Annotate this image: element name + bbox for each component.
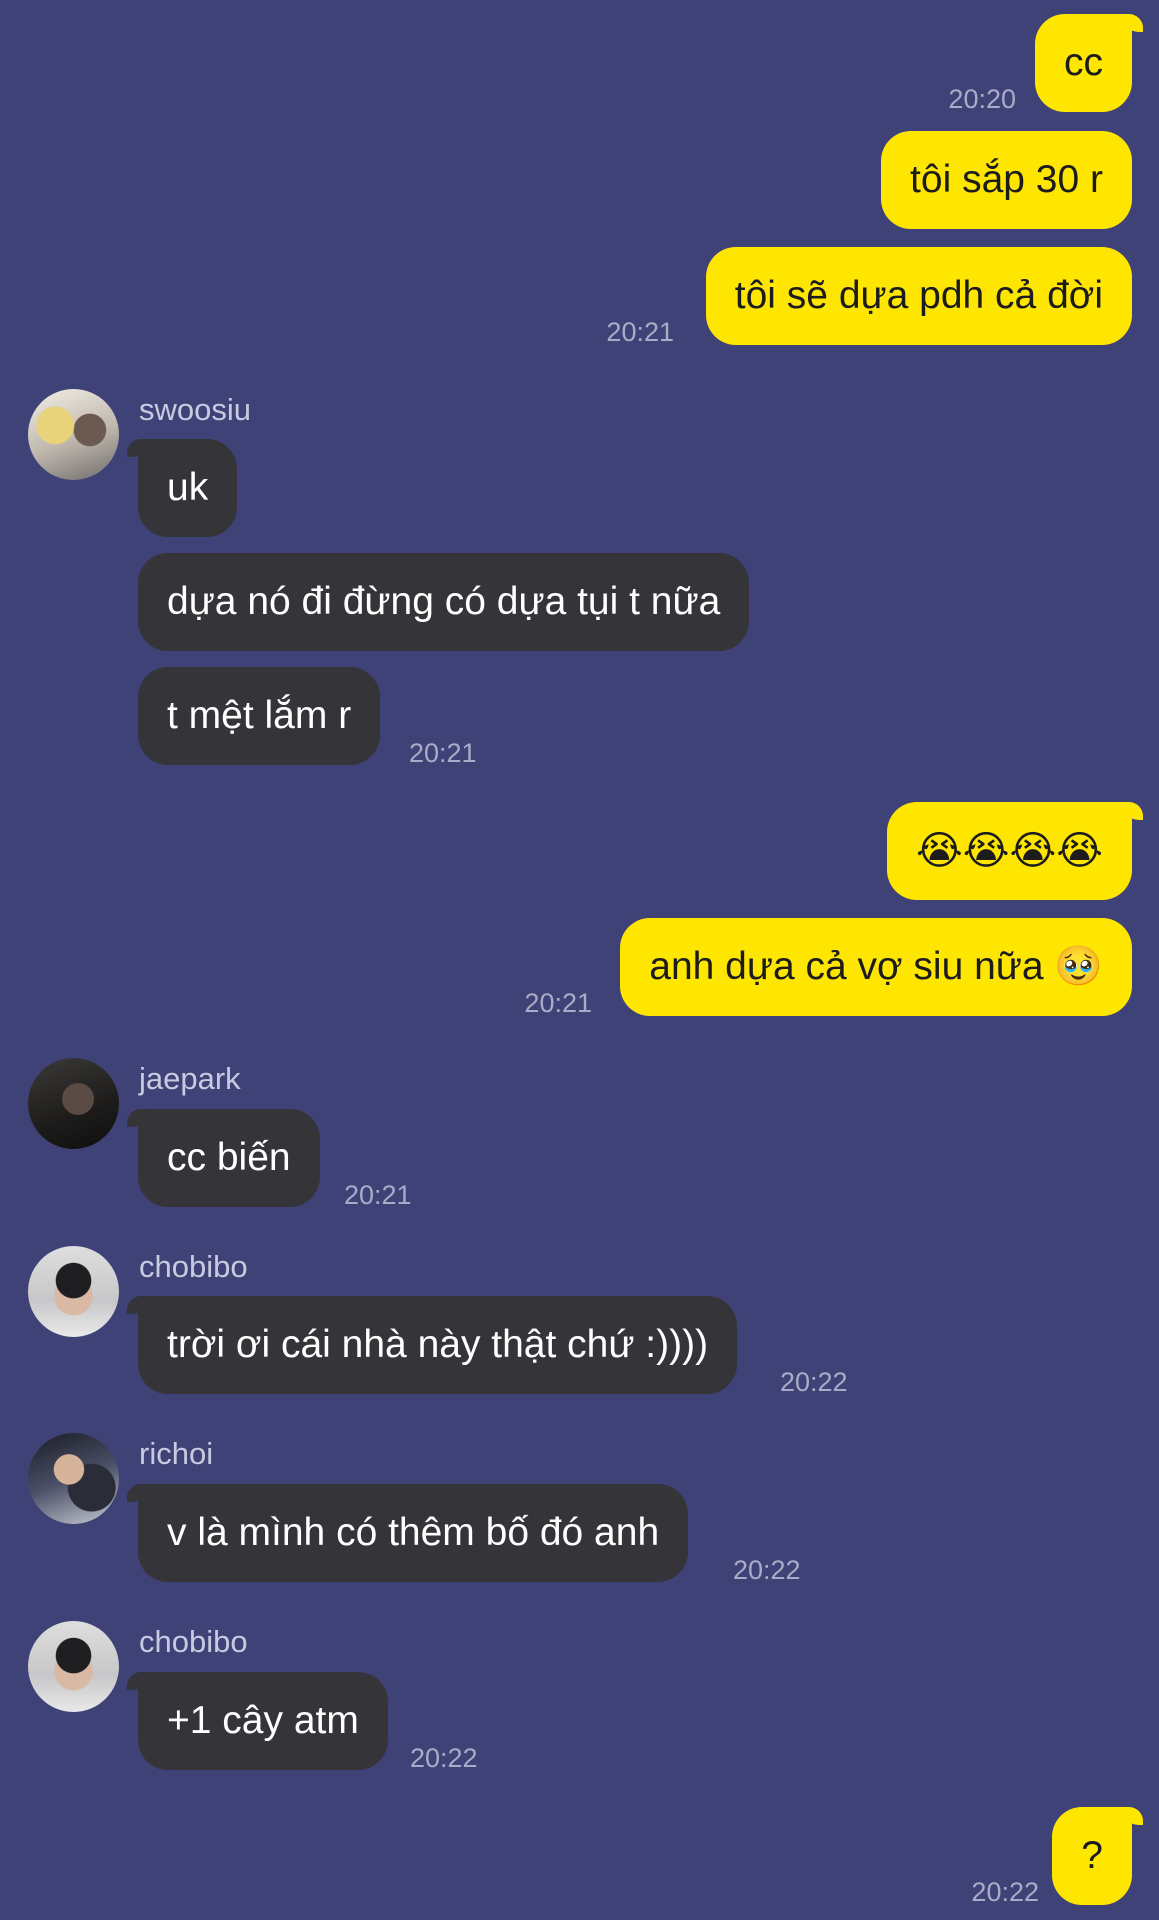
message-timestamp: 20:21 bbox=[344, 1180, 412, 1210]
outgoing-message-bubble[interactable]: anh dựa cả vợ siu nữa 🥹 bbox=[620, 918, 1132, 1016]
incoming-message-bubble[interactable]: cc biến bbox=[127, 1109, 320, 1207]
message-timestamp: 20:22 bbox=[733, 1555, 801, 1585]
avatar[interactable] bbox=[28, 1058, 119, 1149]
sender-name: swoosiu bbox=[139, 392, 251, 427]
sender-name: richoi bbox=[139, 1436, 214, 1471]
avatar[interactable] bbox=[28, 389, 119, 480]
avatar[interactable] bbox=[28, 1621, 119, 1712]
outgoing-message-bubble[interactable]: cc bbox=[1035, 14, 1143, 112]
message-timestamp: 20:22 bbox=[971, 1877, 1039, 1907]
outgoing-message-bubble[interactable]: tôi sẽ dựa pdh cả đời bbox=[705, 247, 1132, 345]
outgoing-message-bubble[interactable]: 😭😭😭😭 bbox=[887, 802, 1143, 900]
message-timestamp: 20:21 bbox=[409, 738, 477, 768]
incoming-message-bubble[interactable]: trời ơi cái nhà này thật chứ :)))) bbox=[126, 1296, 738, 1394]
message-timestamp: 20:22 bbox=[410, 1743, 478, 1773]
incoming-message-bubble[interactable]: uk bbox=[126, 439, 238, 537]
sender-name: chobibo bbox=[139, 1624, 248, 1659]
message-timestamp: 20:22 bbox=[780, 1367, 848, 1397]
incoming-message-bubble[interactable]: +1 cây atm bbox=[127, 1672, 388, 1770]
outgoing-message-bubble[interactable]: tôi sắp 30 r bbox=[881, 131, 1132, 229]
incoming-message-bubble[interactable]: dựa nó đi đừng có dựa tụi t nữa bbox=[138, 553, 750, 651]
incoming-message-bubble[interactable]: v là mình có thêm bố đó anh bbox=[126, 1484, 689, 1582]
incoming-message-bubble[interactable]: t mệt lắm r bbox=[138, 667, 381, 765]
outgoing-message-bubble[interactable]: ? bbox=[1052, 1807, 1143, 1905]
avatar[interactable] bbox=[28, 1433, 119, 1524]
sender-name: jaepark bbox=[139, 1061, 241, 1096]
message-timestamp: 20:20 bbox=[948, 84, 1016, 114]
message-timestamp: 20:21 bbox=[606, 317, 674, 347]
message-timestamp: 20:21 bbox=[524, 988, 592, 1018]
avatar[interactable] bbox=[28, 1246, 119, 1337]
sender-name: chobibo bbox=[139, 1249, 248, 1284]
